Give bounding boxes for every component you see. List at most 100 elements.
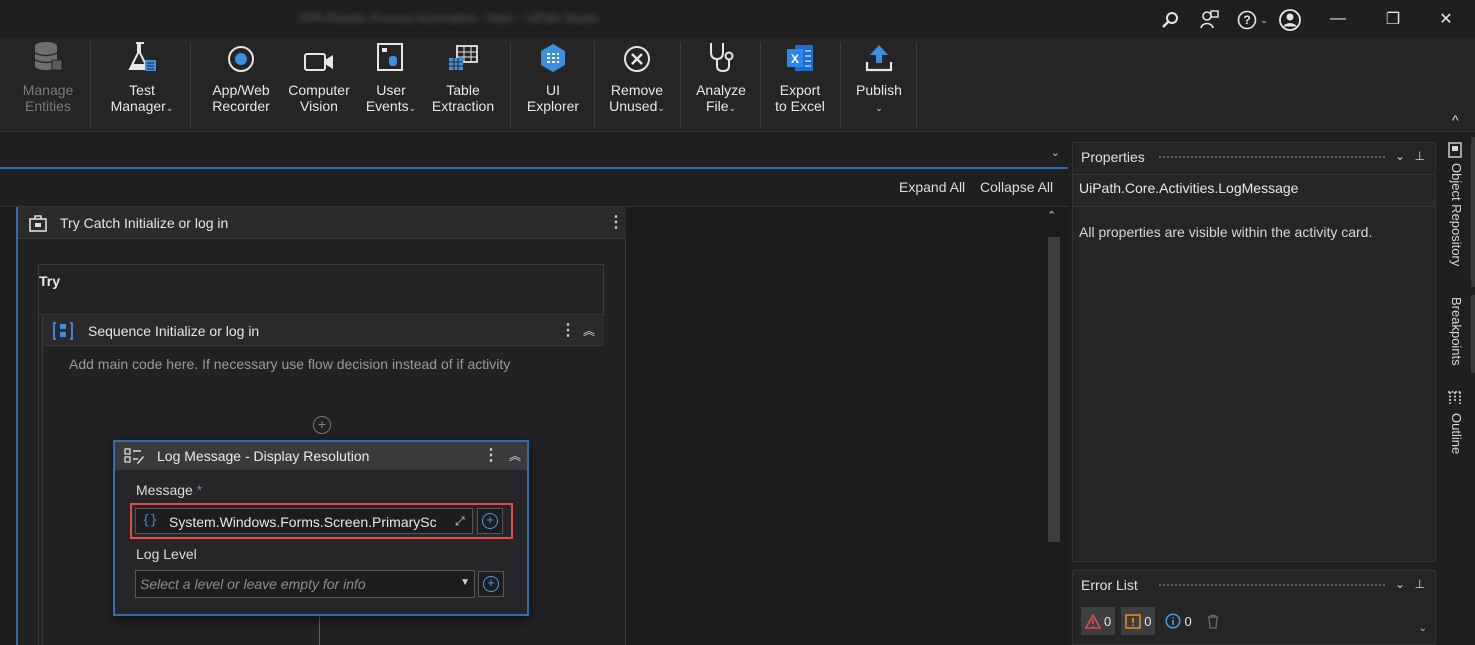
app-web-recorder-button[interactable]: App/Web Recorder <box>200 38 282 130</box>
breakpoints-tab[interactable]: Breakpoints <box>1449 297 1464 366</box>
infos-count: 0 <box>1184 613 1192 629</box>
log-level-select[interactable]: Select a level or leave empty for info ▼ <box>135 570 475 598</box>
pin-icon[interactable]: ⊥ <box>1415 149 1425 163</box>
log-message-icon <box>124 448 144 464</box>
export-to-excel-button[interactable]: X Export to Excel <box>766 38 834 130</box>
log-level-label: Log Level <box>136 546 197 562</box>
help-icon[interactable]: ? ⌄ <box>1234 7 1270 33</box>
more-options-icon[interactable]: ⋮ <box>483 445 499 465</box>
video-camera-icon <box>304 53 333 71</box>
computer-vision-button[interactable]: Computer Vision <box>282 38 356 130</box>
database-icon <box>34 42 63 71</box>
close-button[interactable]: ✕ <box>1423 4 1469 34</box>
collapse-icon[interactable]: ︽ <box>583 322 595 339</box>
panel-menu-icon[interactable]: ⌄ <box>1395 577 1405 591</box>
expand-editor-icon[interactable]: ⤢ <box>455 514 465 529</box>
add-activity-icon[interactable]: + <box>313 416 331 434</box>
clear-errors-button[interactable] <box>1202 607 1224 635</box>
panel-grip[interactable] <box>1158 583 1385 588</box>
ribbon-separator <box>840 42 841 128</box>
ribbon-separator <box>510 42 511 128</box>
object-repository-tab[interactable]: Object Repository <box>1449 163 1464 266</box>
trash-icon <box>1207 614 1218 629</box>
table-extraction-icon <box>449 45 478 70</box>
search-icon[interactable] <box>1157 7 1183 33</box>
try-label: Try <box>39 265 603 315</box>
account-icon[interactable] <box>1277 7 1303 33</box>
ribbon-separator <box>90 42 91 128</box>
errors-filter-button[interactable]: 0 <box>1081 607 1116 635</box>
chevron-down-icon: ⌄ <box>165 103 174 113</box>
table-extraction-button[interactable]: Table Extraction <box>426 38 500 130</box>
record-icon <box>228 46 254 72</box>
ribbon-separator <box>916 42 917 128</box>
try-catch-title: Try Catch Initialize or log in <box>60 215 229 231</box>
pin-icon[interactable]: ⊥ <box>1415 577 1425 591</box>
expand-all-link[interactable]: Expand All <box>899 179 965 195</box>
outline-tab[interactable]: Outline <box>1449 413 1464 454</box>
error-icon <box>1085 613 1101 629</box>
ribbon-separator <box>594 42 595 128</box>
sequence-header[interactable]: Sequence Initialize or log in ⋮ ︽ <box>43 316 604 346</box>
log-message-header[interactable]: Log Message - Display Resolution ⋮ ︽ <box>115 442 527 470</box>
message-plus-button[interactable]: + <box>477 508 503 534</box>
expression-icon: {} <box>142 513 158 528</box>
collapse-all-link[interactable]: Collapse All <box>980 179 1053 195</box>
log-level-placeholder: Select a level or leave empty for info <box>140 576 366 592</box>
log-message-activity[interactable]: Log Message - Display Resolution ⋮ ︽ Mes… <box>113 440 529 616</box>
message-label: Message * <box>136 482 203 498</box>
more-options-icon[interactable]: ⋮ <box>608 212 624 232</box>
error-counts: 0 0 0 <box>1081 607 1224 637</box>
user-events-button[interactable]: User Events⌄ <box>362 38 420 130</box>
sequence-title: Sequence Initialize or log in <box>88 323 260 339</box>
panel-grip[interactable] <box>1158 155 1385 160</box>
flask-icon <box>128 42 156 71</box>
outline-icon <box>1448 391 1462 404</box>
properties-panel: Properties ⌄ ⊥ UiPath.Core.Activities.Lo… <box>1072 142 1436 562</box>
ui-explorer-icon <box>541 44 565 72</box>
tab-indicator <box>1471 295 1475 373</box>
user-events-label: User Events <box>365 82 409 114</box>
info-filter-button[interactable]: 0 <box>1161 607 1195 635</box>
manage-entities-button[interactable]: Manage Entities <box>10 38 86 130</box>
chevron-down-icon[interactable]: ▼ <box>460 577 470 588</box>
message-value: System.Windows.Forms.Screen.PrimarySc <box>169 514 437 530</box>
more-options-icon[interactable]: ⋮ <box>560 320 576 340</box>
minimize-button[interactable]: — <box>1315 4 1361 34</box>
stethoscope-icon <box>710 43 734 73</box>
message-field-highlight: {} System.Windows.Forms.Screen.PrimarySc… <box>130 503 513 539</box>
svg-text:?: ? <box>1244 13 1251 27</box>
analyze-file-button[interactable]: Analyze File⌄ <box>686 38 756 130</box>
publish-button[interactable]: Publish ⌄ <box>846 38 912 130</box>
chevron-down-icon: ⌄ <box>875 103 883 113</box>
collapse-icon[interactable]: ︽ <box>509 447 521 464</box>
try-catch-header[interactable]: Try Catch Initialize or log in ⋮ <box>18 207 626 239</box>
panel-menu-icon[interactable]: ⌄ <box>1395 149 1405 163</box>
feedback-icon[interactable] <box>1196 7 1222 33</box>
scroll-down-icon[interactable]: ⌄ <box>1419 623 1427 634</box>
test-manager-button[interactable]: Test Manager⌄ <box>98 38 186 130</box>
scroll-up-icon[interactable]: ⌃ <box>1047 209 1056 222</box>
scrollbar-thumb[interactable] <box>1048 237 1060 542</box>
excel-icon: X <box>787 45 813 71</box>
ribbon-separator <box>190 42 191 128</box>
collapse-ribbon-button[interactable]: ^ <box>1452 112 1459 128</box>
tabs-dropdown-icon[interactable]: ⌄ <box>1051 146 1060 159</box>
log-level-plus-button[interactable]: + <box>478 571 504 597</box>
title-bar: RPA Robotic Process Automation - Main - … <box>0 0 1475 38</box>
ribbon-toolbar: Manage Entities Test Manager⌄ App/Web Re… <box>0 38 1475 132</box>
chevron-down-icon: ⌄ <box>657 103 665 113</box>
ui-explorer-button[interactable]: UI Explorer <box>518 38 588 130</box>
object-repository-icon <box>1448 142 1462 158</box>
canvas-scrollbar[interactable]: ⌃ <box>1043 207 1065 645</box>
restore-button[interactable]: ❐ <box>1370 4 1416 34</box>
warnings-filter-button[interactable]: 0 <box>1121 607 1156 635</box>
remove-unused-button[interactable]: Remove Unused⌄ <box>600 38 674 130</box>
remove-unused-label: Remove Unused <box>609 82 664 114</box>
app-web-recorder-label: App/Web Recorder <box>212 82 270 114</box>
chevron-down-icon: ⌄ <box>728 103 737 113</box>
ribbon-separator <box>680 42 681 128</box>
ribbon-separator <box>760 42 761 128</box>
message-input[interactable]: {} System.Windows.Forms.Screen.PrimarySc… <box>135 508 473 534</box>
sequence-icon <box>53 322 73 340</box>
